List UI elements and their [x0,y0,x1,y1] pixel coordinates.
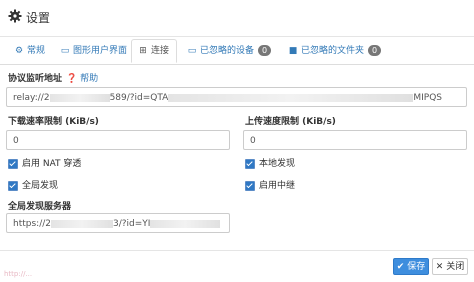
dialog-title: 设置 [26,11,51,25]
help-link-label: 帮助 [80,74,99,84]
redacted-region [150,219,221,228]
protocol-value-mid: 589/?id=QTA [109,93,169,103]
global-discovery-checkbox[interactable]: 全局发现 [8,178,58,191]
watermark: http://... [4,270,33,278]
protocol-value-start: relay://2 [13,93,50,103]
protocol-value-end: MIPQS [413,93,442,103]
tab-connections-label: 连接 [151,46,170,56]
local-discovery-label: 本地发现 [259,159,296,169]
save-button-label: 保存 [407,262,426,272]
protocol-listen-input[interactable]: relay://2 589/?id=QTA MIPQS [6,87,467,107]
tab-ignored-devices-label: 已忽略的设备 [200,46,255,56]
footer-divider [0,250,474,251]
sitemap-icon: ⊞ [139,46,147,56]
download-rate-label: 下载速率限制 (KiB/s) [8,117,99,127]
folder-icon: ■ [288,46,298,56]
enable-relay-checkbox[interactable]: 启用中继 [245,178,295,191]
local-discovery-checkbox[interactable]: 本地发现 [245,156,295,169]
checkbox-checked-icon [8,180,18,191]
enable-relay-label: 启用中继 [259,181,296,191]
redacted-region [49,93,110,102]
checkbox-checked-icon [245,180,255,191]
help-link[interactable]: ❓ 帮助 [66,71,98,84]
servers-value-mid: 3/?id=YI [113,219,151,229]
upload-rate-input[interactable]: 0 [243,130,467,150]
gear-icon: ⚙ [14,46,24,56]
global-discovery-servers-input[interactable]: https://2 3/?id=YI [6,213,230,233]
global-discovery-servers-label: 全局发现服务器 [8,202,72,212]
settings-tabs: ⚙ 常规 ▭ 图形用户界面 ⊞ 连接 ▭ 已忽略的设备 0 ■ 已忽略的文件夹 0 [0,39,474,65]
close-button-label: 关闭 [446,262,465,272]
tab-ignored-folders-label: 已忽略的文件夹 [301,46,365,56]
tab-gui[interactable]: ▭ 图形用户界面 [60,40,127,63]
global-discovery-label: 全局发现 [22,181,59,191]
check-icon: ✔ [396,262,405,272]
gear-icon [8,9,22,23]
tab-connections[interactable]: ⊞ 连接 [131,39,177,63]
redacted-region [51,219,113,228]
tab-ignored-folders[interactable]: ■ 已忽略的文件夹 0 [288,40,382,63]
laptop-icon: ▭ [187,46,197,56]
nat-traversal-label: 启用 NAT 穿透 [22,159,82,169]
checkbox-checked-icon [245,158,255,169]
upload-rate-label: 上传速度限制 (KiB/s) [245,117,336,127]
desktop-icon: ▭ [60,46,70,56]
download-rate-input[interactable]: 0 [6,130,230,150]
tab-gui-label: 图形用户界面 [73,46,128,56]
checkbox-checked-icon [8,158,18,169]
close-icon: ✕ [435,262,444,272]
dialog-header: 设置 [0,0,474,37]
help-icon: ❓ [66,74,78,84]
tab-general-label: 常规 [27,46,46,56]
save-button[interactable]: ✔ 保存 [393,258,429,275]
close-button[interactable]: ✕ 关闭 [432,258,468,275]
tab-general[interactable]: ⚙ 常规 [14,40,45,63]
ignored-devices-count-badge: 0 [258,45,272,56]
protocol-listen-label: 协议监听地址 [8,74,63,84]
servers-value-start: https://2 [13,219,51,229]
nat-traversal-checkbox[interactable]: 启用 NAT 穿透 [8,156,81,169]
tab-ignored-devices[interactable]: ▭ 已忽略的设备 0 [187,40,272,63]
ignored-folders-count-badge: 0 [368,45,382,56]
redacted-region [168,93,414,102]
